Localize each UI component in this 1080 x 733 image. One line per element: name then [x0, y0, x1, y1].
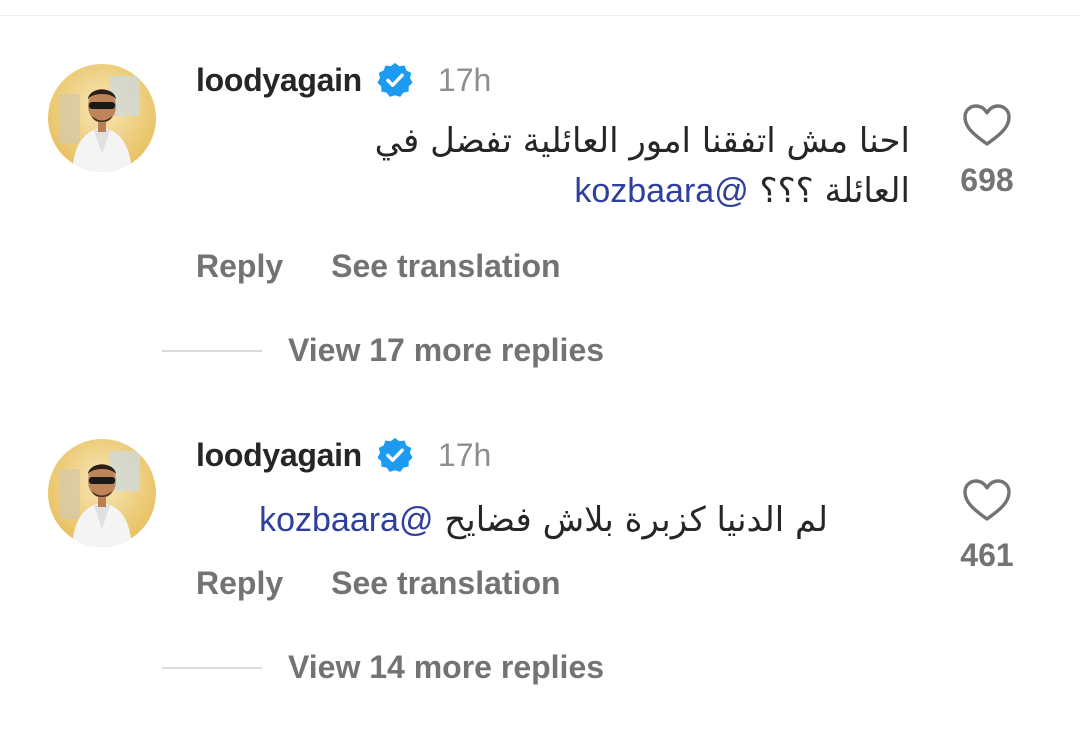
username[interactable]: loodyagain: [196, 62, 362, 99]
see-translation-button[interactable]: See translation: [331, 565, 560, 602]
comment-timestamp: 17h: [437, 61, 492, 98]
comment-text-line: احنا مش اتفقنا امور العائلية تفضل في: [374, 121, 910, 161]
divider: [0, 15, 1080, 16]
like-control: 698: [942, 102, 1032, 199]
verified-badge-icon: [376, 61, 414, 99]
replies-divider-line: [162, 349, 262, 352]
view-more-replies-link[interactable]: View 14 more replies: [288, 649, 604, 686]
view-replies-row[interactable]: View 14 more replies: [162, 649, 604, 686]
mention-link[interactable]: @kozbaara: [574, 172, 748, 210]
comment-text-fragment: العائلة ؟؟؟: [759, 171, 910, 211]
replies-divider-line: [162, 666, 262, 669]
comments-screen: loodyagain 17h احنا مش اتفقنا امور العائ…: [0, 0, 1080, 733]
username[interactable]: loodyagain: [196, 437, 362, 474]
comment-text-line: لم الدنيا كزبرة بلاش فضايح @kozbaara: [128, 495, 828, 545]
like-count: 461: [960, 537, 1014, 573]
view-replies-row[interactable]: View 17 more replies: [162, 332, 604, 369]
avatar[interactable]: [48, 64, 156, 172]
see-translation-button[interactable]: See translation: [331, 248, 560, 285]
comment-actions: Reply See translation: [196, 565, 561, 602]
mention-link[interactable]: @kozbaara: [259, 501, 433, 539]
heart-outline-icon[interactable]: [961, 477, 1013, 523]
comment-header: loodyagain 17h: [196, 435, 491, 475]
heart-outline-icon[interactable]: [961, 102, 1013, 148]
reply-button[interactable]: Reply: [196, 565, 283, 602]
comment-text-line: العائلة ؟؟؟ @kozbaara: [310, 166, 910, 216]
like-count: 698: [960, 162, 1014, 198]
comment-header: loodyagain 17h: [196, 60, 491, 100]
comment-timestamp: 17h: [437, 436, 492, 473]
comment-text-fragment: لم الدنيا كزبرة بلاش فضايح: [444, 500, 828, 540]
comment-text: لم الدنيا كزبرة بلاش فضايح @kozbaara: [128, 495, 828, 545]
reply-button[interactable]: Reply: [196, 248, 283, 285]
comment-actions: Reply See translation: [196, 248, 561, 285]
comment-text: احنا مش اتفقنا امور العائلية تفضل في الع…: [310, 116, 910, 216]
like-control: 461: [942, 477, 1032, 574]
verified-badge-icon: [376, 436, 414, 474]
view-more-replies-link[interactable]: View 17 more replies: [288, 332, 604, 369]
